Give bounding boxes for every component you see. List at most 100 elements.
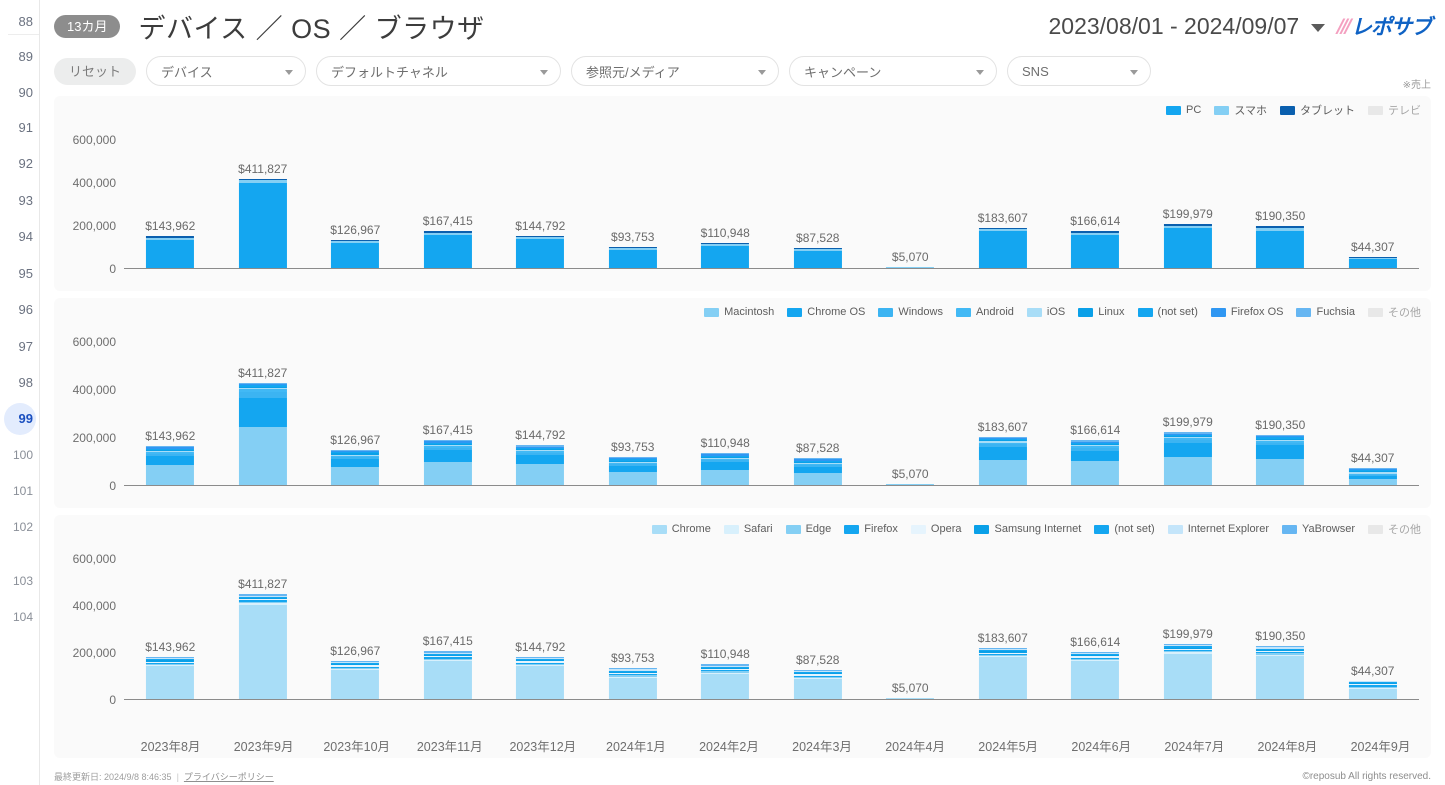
legend-item-fuchsia[interactable]: Fuchsia — [1296, 306, 1355, 318]
legend-item-pc[interactable]: PC — [1166, 104, 1201, 116]
legend-item-not-set[interactable]: (not set) — [1137, 306, 1198, 318]
bar-column-3[interactable]: $126,967 — [330, 223, 380, 268]
gutter-line-number-93[interactable]: 93 — [0, 193, 33, 209]
legend-item-firefox[interactable]: Firefox — [844, 523, 898, 535]
legend-item-linux[interactable]: Linux — [1078, 306, 1125, 318]
legend-item-yabrowser[interactable]: YaBrowser — [1282, 523, 1355, 535]
bar-column-8[interactable]: $87,528 — [793, 653, 842, 699]
legend-item-samsung-internet[interactable]: Samsung Internet — [974, 523, 1081, 535]
legend-item-edge[interactable]: Edge — [785, 523, 831, 535]
bar-column-9[interactable]: $5,070 — [886, 681, 935, 699]
gutter-line-number-92[interactable]: 92 — [0, 156, 33, 172]
gutter-line-number-104[interactable]: 104 — [0, 609, 33, 625]
filter-select-source-medium[interactable]: 参照元/メディア — [571, 56, 780, 86]
bar-column-13[interactable]: $190,350 — [1255, 209, 1305, 268]
bar-column-3[interactable]: $126,967 — [330, 644, 380, 699]
gutter-line-number-95[interactable]: 95 — [0, 266, 33, 282]
y-axis-device: 0 200,000 400,000 600,000 — [54, 122, 124, 291]
bar-column-2[interactable]: $411,827 — [238, 577, 287, 699]
legend-item-[interactable]: その他 — [1368, 521, 1421, 537]
legend-item-[interactable]: その他 — [1368, 304, 1421, 320]
gutter-line-number-101[interactable]: 101 — [0, 483, 33, 499]
bar-column-3[interactable]: $126,967 — [330, 433, 380, 485]
legend-item-android[interactable]: Android — [955, 306, 1014, 318]
bar-column-7[interactable]: $110,948 — [701, 647, 750, 699]
legend-item-chrome-os[interactable]: Chrome OS — [787, 306, 865, 318]
bar-stack: $190,350 — [1255, 418, 1305, 485]
bar-column-1[interactable]: $143,962 — [145, 640, 195, 699]
chevron-down-icon[interactable] — [1311, 23, 1326, 32]
gutter-line-number-98[interactable]: 98 — [0, 375, 33, 391]
bar-column-12[interactable]: $199,979 — [1163, 207, 1213, 268]
bar-column-2[interactable]: $411,827 — [238, 366, 287, 485]
filter-select-device[interactable]: デバイス — [146, 56, 307, 86]
plot-device: 0 200,000 400,000 600,000 $143,962 $411,827 $… — [54, 122, 1423, 291]
gutter-line-number-99[interactable]: 99 — [0, 411, 33, 427]
gutter-line-number-96[interactable]: 96 — [0, 302, 33, 318]
bar-column-10[interactable]: $183,607 — [978, 211, 1028, 268]
bar-column-6[interactable]: $93,753 — [608, 230, 657, 268]
legend-item-opera[interactable]: Opera — [910, 523, 961, 535]
legend-item-firefox-os[interactable]: Firefox OS — [1210, 306, 1283, 318]
bar-column-6[interactable]: $93,753 — [608, 440, 657, 485]
bar-segment-chrome-os — [238, 397, 287, 427]
bar-column-12[interactable]: $199,979 — [1163, 415, 1213, 485]
legend-label: Macintosh — [724, 306, 775, 318]
legend-item-macintosh[interactable]: Macintosh — [704, 306, 774, 318]
privacy-policy-link[interactable]: プライバシーポリシー — [184, 770, 274, 783]
bar-segment-chrome — [1348, 688, 1397, 699]
bar-column-13[interactable]: $190,350 — [1255, 629, 1305, 699]
gutter-line-number-94[interactable]: 94 — [0, 229, 33, 245]
bar-column-12[interactable]: $199,979 — [1163, 627, 1213, 699]
legend-item-internet-explorer[interactable]: Internet Explorer — [1167, 523, 1269, 535]
bar-column-4[interactable]: $167,415 — [423, 423, 473, 485]
bar-column-13[interactable]: $190,350 — [1255, 418, 1305, 485]
legend-swatch-icon — [1210, 307, 1226, 317]
bar-column-14[interactable]: $44,307 — [1348, 451, 1397, 485]
bar-column-8[interactable]: $87,528 — [793, 231, 842, 268]
gutter-line-number-88[interactable]: 88 — [0, 14, 33, 30]
filter-select-sns[interactable]: SNS — [1007, 56, 1152, 86]
legend-item-safari[interactable]: Safari — [723, 523, 773, 535]
gutter-line-number-90[interactable]: 90 — [0, 85, 33, 101]
bar-column-1[interactable]: $143,962 — [145, 219, 195, 268]
bar-column-4[interactable]: $167,415 — [423, 634, 473, 699]
date-range-label[interactable]: 2023/08/01 - 2024/09/07 — [1049, 13, 1300, 40]
bar-column-5[interactable]: $144,792 — [515, 640, 565, 699]
legend-item-chrome[interactable]: Chrome — [651, 523, 711, 535]
bar-column-6[interactable]: $93,753 — [608, 651, 657, 699]
gutter-line-number-100[interactable]: 100 — [0, 447, 33, 463]
gutter-line-number-102[interactable]: 102 — [0, 519, 33, 535]
bar-column-10[interactable]: $183,607 — [978, 631, 1028, 699]
bar-column-8[interactable]: $87,528 — [793, 441, 842, 485]
bar-column-4[interactable]: $167,415 — [423, 214, 473, 268]
bar-column-9[interactable]: $5,070 — [886, 467, 935, 485]
gutter-line-number-91[interactable]: 91 — [0, 120, 33, 136]
legend-item-[interactable]: スマホ — [1214, 102, 1267, 118]
bar-column-11[interactable]: $166,614 — [1070, 423, 1120, 485]
bar-column-9[interactable]: $5,070 — [886, 250, 935, 268]
bar-column-5[interactable]: $144,792 — [515, 428, 565, 485]
bar-column-11[interactable]: $166,614 — [1070, 635, 1120, 699]
legend-item-[interactable]: タブレット — [1280, 102, 1355, 118]
legend-item-not-set[interactable]: (not set) — [1094, 523, 1155, 535]
bar-column-2[interactable]: $411,827 — [238, 162, 287, 268]
bar-column-5[interactable]: $144,792 — [515, 219, 565, 268]
period-badge[interactable]: 13カ月 — [54, 14, 121, 38]
bar-column-7[interactable]: $110,948 — [701, 436, 750, 485]
bar-column-14[interactable]: $44,307 — [1348, 240, 1397, 268]
gutter-line-number-97[interactable]: 97 — [0, 339, 33, 355]
legend-item-windows[interactable]: Windows — [878, 306, 943, 318]
filter-select-default-channel[interactable]: デフォルトチャネル — [316, 56, 562, 86]
reset-button[interactable]: リセット — [54, 57, 137, 85]
bar-column-10[interactable]: $183,607 — [978, 420, 1028, 485]
bar-column-7[interactable]: $110,948 — [701, 226, 750, 268]
bar-column-1[interactable]: $143,962 — [145, 429, 195, 485]
gutter-line-number-89[interactable]: 89 — [0, 49, 33, 65]
filter-select-campaign[interactable]: キャンペーン — [789, 56, 998, 86]
legend-item-[interactable]: テレビ — [1368, 102, 1421, 118]
bar-column-11[interactable]: $166,614 — [1070, 214, 1120, 268]
gutter-line-number-103[interactable]: 103 — [0, 573, 33, 589]
bar-column-14[interactable]: $44,307 — [1348, 664, 1397, 699]
legend-item-ios[interactable]: iOS — [1026, 306, 1065, 318]
